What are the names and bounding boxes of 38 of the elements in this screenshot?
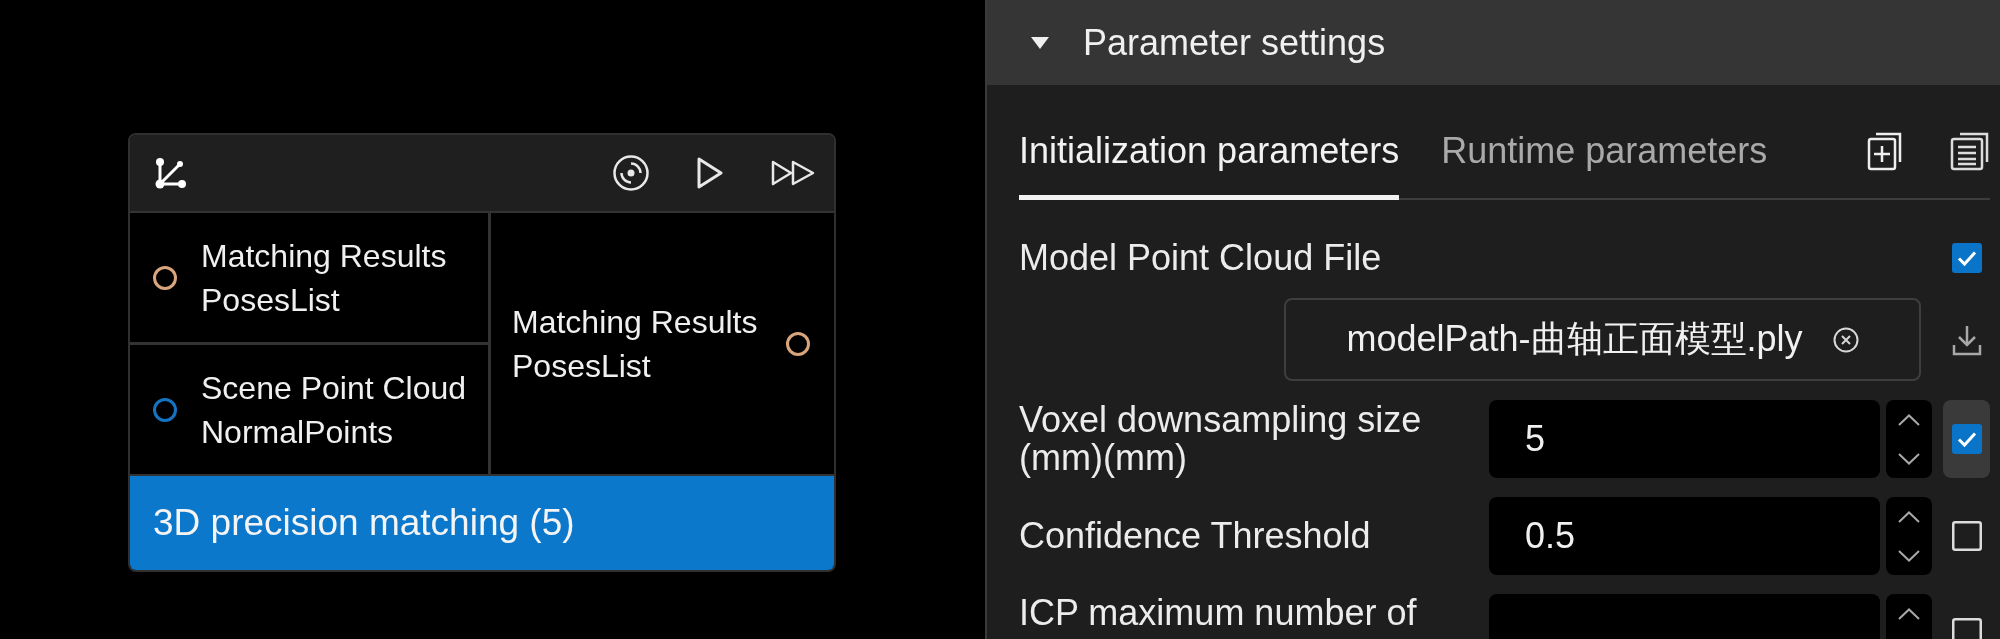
play-icon[interactable] (697, 157, 723, 189)
checkbox[interactable] (1951, 618, 1982, 639)
chevron-up-icon[interactable] (1898, 607, 1920, 620)
chevron-down-icon[interactable] (1898, 549, 1920, 562)
port-type: PosesList (201, 280, 341, 320)
disc-icon[interactable] (613, 155, 649, 191)
param-label: Model Point Cloud File (1019, 239, 1382, 277)
port-name: Scene Point Cloud (201, 368, 467, 408)
tab[interactable]: Runtime parameters (1441, 104, 1768, 200)
param-label: Confidence Threshold (1019, 517, 1372, 555)
section-header[interactable]: Parameter settings (987, 0, 2000, 85)
port-icon[interactable] (786, 331, 810, 356)
chevron-up-icon[interactable] (1898, 510, 1920, 523)
fast-forward-icon[interactable] (771, 160, 815, 186)
node-graph-icon[interactable] (155, 157, 187, 189)
port-name: Matching Results (201, 236, 447, 276)
port-icon[interactable] (153, 397, 177, 422)
chevron-up-icon[interactable] (1898, 413, 1920, 426)
checkbox[interactable] (1951, 243, 1982, 273)
clear-icon[interactable] (1832, 326, 1859, 353)
documents-icon[interactable] (1950, 131, 1990, 171)
number-input[interactable]: 5 (1489, 400, 1880, 478)
checkbox[interactable] (1951, 521, 1982, 551)
download-icon[interactable] (1951, 323, 1982, 356)
port-type: PosesList (512, 346, 652, 386)
caret-icon[interactable] (1031, 36, 1049, 49)
param-label: ICP maximum number of (1019, 594, 1418, 632)
file-path-field[interactable]: modelPath-曲轴正面模型.ply (1284, 298, 1921, 381)
chevron-down-icon[interactable] (1898, 452, 1920, 465)
tab[interactable]: Initialization parameters (1019, 104, 1400, 200)
param-label: Voxel downsampling size (mm)(mm) (1019, 401, 1423, 477)
port-name: Matching Results (512, 302, 758, 342)
checkbox[interactable] (1951, 424, 1982, 454)
port-type: NormalPoints (201, 412, 395, 452)
add-copy-icon[interactable] (1867, 131, 1903, 171)
node-title: 3D precision matching (5) (130, 476, 834, 570)
port-icon[interactable] (153, 265, 177, 290)
number-input[interactable]: 0.5 (1489, 497, 1880, 575)
